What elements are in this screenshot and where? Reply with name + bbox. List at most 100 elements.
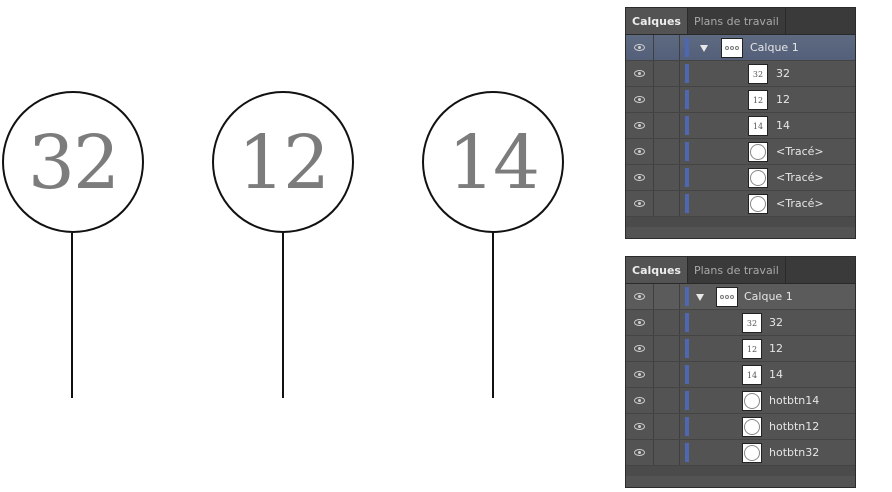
layer-thumbnail: [742, 417, 762, 437]
layer-row[interactable]: 32 32: [626, 310, 855, 336]
lock-toggle[interactable]: [654, 310, 680, 335]
layer-row[interactable]: <Tracé>: [626, 139, 855, 165]
visibility-toggle[interactable]: [626, 362, 654, 387]
eye-icon: [634, 70, 645, 77]
pin-circle: 14: [422, 91, 564, 233]
lock-toggle[interactable]: [654, 165, 680, 190]
lock-toggle[interactable]: [654, 191, 680, 216]
layer-thumbnail: 12: [742, 339, 762, 359]
layer-row[interactable]: hotbtn32: [626, 440, 855, 466]
layer-label[interactable]: 14: [769, 362, 783, 388]
lock-toggle[interactable]: [654, 87, 680, 112]
layer-row[interactable]: 12 12: [626, 336, 855, 362]
lock-toggle[interactable]: [654, 336, 680, 361]
layer-color-bar: [685, 391, 689, 410]
pins-thumbnail-icon: [720, 295, 734, 299]
lock-toggle[interactable]: [654, 35, 680, 60]
layers-panel: Calques Plans de travail Calque 1 32 32 …: [625, 256, 856, 488]
circle-path-icon: [744, 419, 760, 435]
layer-label[interactable]: <Tracé>: [776, 165, 824, 191]
layer-group-row[interactable]: Calque 1: [626, 35, 855, 61]
circle-path-icon: [744, 445, 760, 461]
layer-label[interactable]: 32: [776, 61, 790, 87]
layer-thumbnail: 32: [742, 313, 762, 333]
layer-row[interactable]: <Tracé>: [626, 191, 855, 217]
expand-triangle-icon[interactable]: [700, 45, 708, 52]
tab-calques[interactable]: Calques: [626, 8, 688, 34]
layer-label[interactable]: 12: [769, 336, 783, 362]
eye-icon: [634, 449, 645, 456]
tab-plans-de-travail[interactable]: Plans de travail: [688, 8, 786, 34]
layer-thumbnail: [748, 142, 768, 162]
layer-color-bar: [685, 116, 689, 135]
eye-icon: [634, 293, 645, 300]
layer-row[interactable]: 14 14: [626, 113, 855, 139]
layer-label[interactable]: Calque 1: [750, 35, 799, 61]
layer-color-bar: [685, 365, 689, 384]
lock-toggle[interactable]: [654, 284, 680, 309]
lock-toggle[interactable]: [654, 414, 680, 439]
layer-color-bar: [685, 142, 689, 161]
circle-path-icon: [750, 196, 766, 212]
layer-label[interactable]: 32: [769, 310, 783, 336]
layer-group-row[interactable]: Calque 1: [626, 284, 855, 310]
tab-calques[interactable]: Calques: [626, 257, 688, 283]
visibility-toggle[interactable]: [626, 139, 654, 164]
layer-thumbnail: 32: [748, 64, 768, 84]
visibility-toggle[interactable]: [626, 35, 654, 60]
eye-icon: [634, 174, 645, 181]
layer-label[interactable]: hotbtn32: [769, 440, 819, 466]
thumbnail-text: 32: [746, 318, 758, 328]
visibility-toggle[interactable]: [626, 113, 654, 138]
layer-label[interactable]: <Tracé>: [776, 139, 824, 165]
visibility-toggle[interactable]: [626, 191, 654, 216]
circle-path-icon: [744, 393, 760, 409]
visibility-toggle[interactable]: [626, 61, 654, 86]
layer-row[interactable]: 14 14: [626, 362, 855, 388]
layer-label[interactable]: <Tracé>: [776, 191, 824, 217]
layer-row[interactable]: hotbtn12: [626, 414, 855, 440]
visibility-toggle[interactable]: [626, 336, 654, 361]
layer-color-bar: [685, 443, 689, 462]
visibility-toggle[interactable]: [626, 87, 654, 112]
pins-thumbnail-icon: [725, 46, 739, 50]
layer-label[interactable]: 12: [776, 87, 790, 113]
layer-label[interactable]: 14: [776, 113, 790, 139]
circle-path-icon: [750, 144, 766, 160]
lock-toggle[interactable]: [654, 362, 680, 387]
visibility-toggle[interactable]: [626, 284, 654, 309]
visibility-toggle[interactable]: [626, 414, 654, 439]
visibility-toggle[interactable]: [626, 440, 654, 465]
layer-color-bar: [685, 194, 689, 213]
layer-color-bar: [685, 64, 689, 83]
layer-label[interactable]: hotbtn12: [769, 414, 819, 440]
lock-toggle[interactable]: [654, 113, 680, 138]
panel-tabbar: Calques Plans de travail: [626, 8, 855, 35]
layer-row[interactable]: 12 12: [626, 87, 855, 113]
expand-triangle-icon[interactable]: [696, 294, 704, 301]
layer-row[interactable]: <Tracé>: [626, 165, 855, 191]
visibility-toggle[interactable]: [626, 165, 654, 190]
layer-color-bar: [685, 417, 689, 436]
layer-thumbnail: [748, 168, 768, 188]
layer-row[interactable]: 32 32: [626, 61, 855, 87]
tab-plans-de-travail[interactable]: Plans de travail: [688, 257, 786, 283]
thumbnail-text: 32: [752, 69, 764, 79]
layer-color-bar: [685, 38, 689, 57]
layer-thumbnail: [721, 38, 743, 58]
lock-toggle[interactable]: [654, 388, 680, 413]
layer-label[interactable]: hotbtn14: [769, 388, 819, 414]
lock-toggle[interactable]: [654, 61, 680, 86]
visibility-toggle[interactable]: [626, 388, 654, 413]
visibility-toggle[interactable]: [626, 310, 654, 335]
lock-toggle[interactable]: [654, 440, 680, 465]
panel-footer: [626, 466, 855, 476]
thumbnail-text: 14: [752, 121, 764, 131]
layers-panel: Calques Plans de travail Calque 1 32 32 …: [625, 7, 856, 239]
lock-toggle[interactable]: [654, 139, 680, 164]
layer-color-bar: [685, 339, 689, 358]
layer-label[interactable]: Calque 1: [744, 284, 793, 310]
layer-thumbnail: 14: [748, 116, 768, 136]
layer-thumbnail: [742, 391, 762, 411]
layer-row[interactable]: hotbtn14: [626, 388, 855, 414]
